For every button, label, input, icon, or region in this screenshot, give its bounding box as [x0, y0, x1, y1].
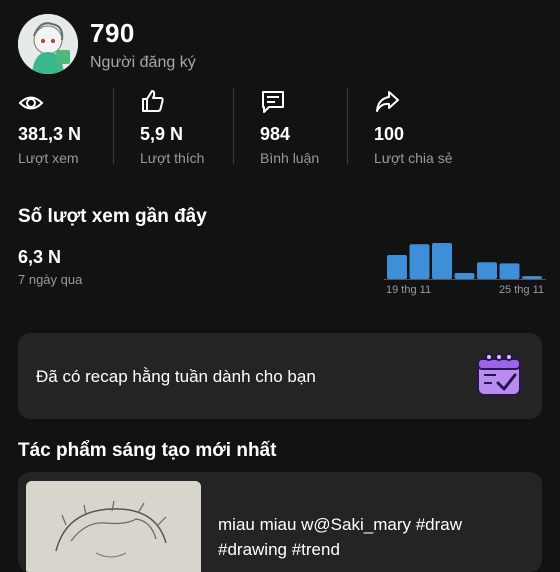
subscriber-label: Người đăng ký [90, 54, 196, 71]
subscriber-count: 790 [90, 18, 135, 48]
chart-bar [432, 243, 452, 279]
stat-divider [347, 88, 348, 164]
stat-likes-label: Lượt thích [140, 150, 205, 166]
stat-likes[interactable] [140, 88, 166, 119]
calendar-check-icon [477, 353, 521, 396]
stat-divider [233, 88, 234, 164]
stat-likes-value: 5,9 N [140, 124, 184, 144]
latest-title: Tác phẩm sáng tạo mới nhất [18, 440, 277, 461]
recent-views-chart[interactable]: 19 thg 11 25 thg 11 [380, 232, 550, 300]
stat-shares-label: Lượt chia sẻ [374, 150, 453, 166]
eye-icon [18, 96, 44, 110]
stat-views-value: 381,3 N [18, 124, 82, 144]
recent-views-value: 6,3 N [18, 247, 62, 267]
comment-icon [262, 91, 284, 113]
stat-views[interactable] [18, 90, 44, 121]
stat-shares-value: 100 [374, 124, 405, 144]
avatar[interactable] [18, 14, 78, 74]
chart-tick-label: 25 thg 11 [499, 284, 544, 296]
post-thumbnail[interactable] [26, 481, 201, 572]
recent-views-title: Số lượt xem gần đây [18, 206, 207, 227]
chart-bar [477, 262, 497, 279]
chart-bar [522, 276, 542, 279]
recap-text: Đã có recap hằng tuần dành cho bạn [36, 367, 316, 386]
chart-bar [499, 263, 520, 279]
recent-views-period: 7 ngày qua [18, 272, 83, 287]
chart-bar [454, 273, 475, 279]
stat-comments[interactable] [260, 89, 286, 120]
recap-card[interactable]: Đã có recap hằng tuần dành cho bạn [18, 333, 542, 419]
stat-divider [113, 88, 114, 164]
share-icon [376, 91, 399, 112]
post-title: miau miau w@Saki_mary #draw #drawing #tr… [218, 515, 463, 559]
thumbs-up-icon [142, 90, 164, 112]
chart-tick-label: 19 thg 11 [386, 284, 431, 296]
sketch-image [26, 481, 201, 572]
stat-comments-label: Bình luận [260, 150, 320, 166]
latest-post-card[interactable]: miau miau w@Saki_mary #draw #drawing #tr… [18, 472, 542, 572]
stat-shares[interactable] [374, 89, 400, 120]
stat-comments-value: 984 [260, 124, 291, 144]
chart-bar [409, 244, 430, 279]
avatar-image [18, 14, 78, 74]
stat-views-label: Lượt xem [18, 150, 79, 166]
chart-bar [387, 255, 407, 279]
